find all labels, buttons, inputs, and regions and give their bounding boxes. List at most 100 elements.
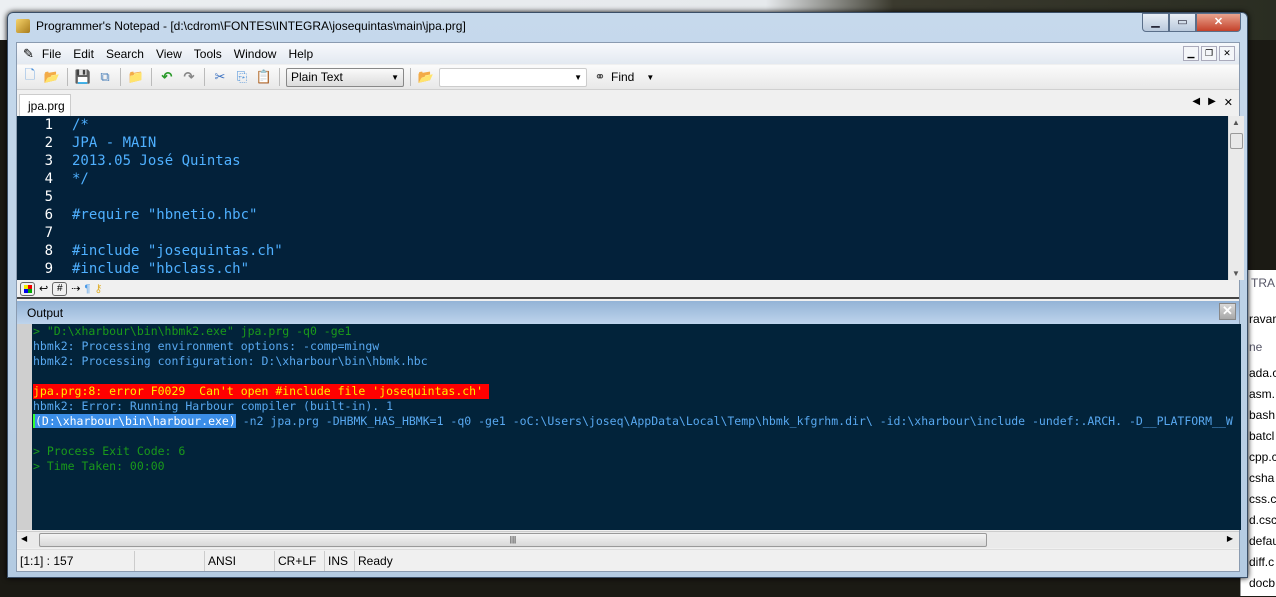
file-item: defau [1249, 534, 1276, 548]
open-project-icon[interactable]: 📁 [127, 68, 145, 86]
tab-jpa-prg[interactable]: jpa.prg [19, 94, 71, 116]
scroll-up-icon[interactable]: ▲ [1232, 118, 1240, 127]
code-editor[interactable]: 1 2 3 4 5 6 7 8 9 /* JPA - MAIN 2013.05 … [17, 116, 1228, 280]
error-line[interactable]: jpa.prg:8: error F0029 Can't open #inclu… [33, 384, 490, 399]
file-item: batcl [1249, 429, 1275, 443]
open-file-icon[interactable]: 📂 [43, 68, 61, 86]
output-close-button[interactable]: ✕ [1219, 303, 1236, 320]
cut-icon[interactable]: ✂ [211, 68, 229, 86]
scheme-select[interactable]: Plain Text ▼ [286, 67, 404, 87]
search-input[interactable]: ▼ [439, 67, 587, 87]
redo-icon[interactable]: ↷ [180, 68, 198, 86]
toolbar-separator [279, 68, 280, 86]
toolbar-separator [67, 68, 68, 86]
binoculars-icon: ⚭ [594, 69, 606, 84]
line-endings-icon[interactable]: ¶ [84, 283, 90, 295]
output-line: hbmk2: Processing environment options: -… [33, 339, 380, 353]
menu-file[interactable]: File [36, 47, 67, 61]
title-bar: Programmer's Notepad - [d:\cdrom\FONTES\… [16, 19, 466, 33]
code-line: */ [72, 171, 89, 187]
file-item: docb [1249, 576, 1276, 590]
whitespace-icon[interactable]: ⇢ [71, 282, 80, 295]
tab-prev-icon[interactable]: ◀ [1192, 96, 1200, 109]
status-bar: [1:1] : 157 ANSI CR+LF INS Ready [17, 549, 1239, 571]
line-number: 8 [44, 243, 53, 259]
scrollbar-thumb[interactable]: ||| [39, 533, 987, 547]
minimize-button[interactable]: ▁ [1142, 13, 1169, 32]
find-button[interactable]: Find [611, 70, 634, 84]
tab-close-icon[interactable]: ✕ [1224, 96, 1233, 109]
status-position: [1:1] : 157 [17, 550, 135, 571]
tab-next-icon[interactable]: ▶ [1208, 96, 1216, 109]
selected-text[interactable]: (D:\xharbour\bin\harbour.exe) [33, 414, 236, 428]
file-item: d.csc [1249, 513, 1276, 527]
menu-edit[interactable]: Edit [67, 47, 100, 61]
word-wrap-icon[interactable]: ↩ [39, 282, 48, 295]
file-item: css.c [1249, 492, 1276, 506]
output-line: hbmk2: Processing configuration: D:\xhar… [33, 354, 428, 368]
find-dropdown-icon[interactable]: ▼ [646, 73, 654, 82]
menu-view[interactable]: View [150, 47, 188, 61]
app-window: Programmer's Notepad - [d:\cdrom\FONTES\… [7, 12, 1248, 578]
status-insert-mode: INS [325, 550, 355, 571]
scroll-right-icon[interactable]: ▶ [1227, 534, 1233, 543]
line-number: 2 [44, 135, 53, 151]
window-title: Programmer's Notepad - [d:\cdrom\FONTES\… [36, 19, 466, 33]
code-line: 2013.05 José Quintas [72, 153, 241, 169]
color-scheme-icon[interactable] [20, 281, 35, 296]
menu-window[interactable]: Window [228, 47, 283, 61]
code-line: #require "hbnetio.hbc" [72, 207, 258, 223]
new-file-icon[interactable]: 🗋 [21, 67, 39, 86]
line-number: 4 [44, 171, 53, 187]
close-button[interactable]: ✕ [1196, 13, 1241, 32]
maximize-button[interactable]: ▭ [1169, 13, 1196, 32]
scroll-down-icon[interactable]: ▼ [1232, 269, 1240, 278]
mdi-restore-button[interactable]: ❐ [1201, 46, 1217, 61]
file-item: csha [1249, 471, 1275, 485]
mdi-close-button[interactable]: ✕ [1219, 46, 1235, 61]
scrollbar-thumb[interactable] [1230, 133, 1243, 149]
key-icon[interactable]: ⚷ [94, 282, 102, 295]
file-item: bash [1249, 408, 1276, 422]
output-horizontal-scrollbar[interactable]: ◀ ||| ▶ [17, 531, 1239, 548]
output-title: Output [27, 306, 64, 320]
exit-code-line: > Process Exit Code: 6 [33, 444, 186, 458]
save-icon[interactable]: 💾 [74, 68, 92, 86]
line-number: 7 [44, 225, 53, 241]
toolbar-separator [151, 68, 152, 86]
save-all-icon[interactable]: ⧉ [96, 68, 114, 86]
code-line: #include "hbclass.ch" [72, 261, 250, 277]
find-in-files-icon[interactable]: 📂 [417, 68, 435, 86]
toolbar-separator [204, 68, 205, 86]
code-line: JPA - MAIN [72, 135, 157, 151]
document-icon: ✎ [23, 45, 34, 61]
tab-bar: jpa.prg ◀ ▶ ✕ [17, 91, 1239, 116]
paste-icon[interactable]: 📋 [255, 68, 273, 86]
output-console[interactable]: > "D:\xharbour\bin\hbmk2.exe" jpa.prg -q… [32, 324, 1241, 530]
status-encoding: ANSI [205, 550, 275, 571]
menu-search[interactable]: Search [100, 47, 150, 61]
line-number: 5 [44, 189, 53, 205]
menu-help[interactable]: Help [282, 47, 319, 61]
line-number: 9 [44, 261, 53, 277]
time-taken-line: > Time Taken: 00:00 [33, 459, 165, 473]
line-number: 3 [44, 153, 53, 169]
undo-icon[interactable]: ↶ [158, 68, 176, 86]
menu-tools[interactable]: Tools [188, 47, 228, 61]
view-toolbar: ↩ # ⇢ ¶ ⚷ [17, 280, 1239, 299]
toolbar-separator [410, 68, 411, 86]
output-line: hbmk2: Error: Running Harbour compiler (… [33, 399, 394, 413]
copy-icon[interactable]: ⎘ [233, 68, 251, 86]
status-empty [135, 550, 205, 571]
output-margin [17, 324, 32, 530]
status-message: Ready [358, 553, 393, 568]
editor-vertical-scrollbar[interactable]: ▲ ▼ [1228, 116, 1244, 280]
file-item: diff.c [1249, 555, 1275, 569]
scroll-left-icon[interactable]: ◀ [21, 534, 27, 543]
line-numbers-icon[interactable]: # [52, 281, 68, 296]
mdi-minimize-button[interactable]: ▁ [1183, 46, 1199, 61]
